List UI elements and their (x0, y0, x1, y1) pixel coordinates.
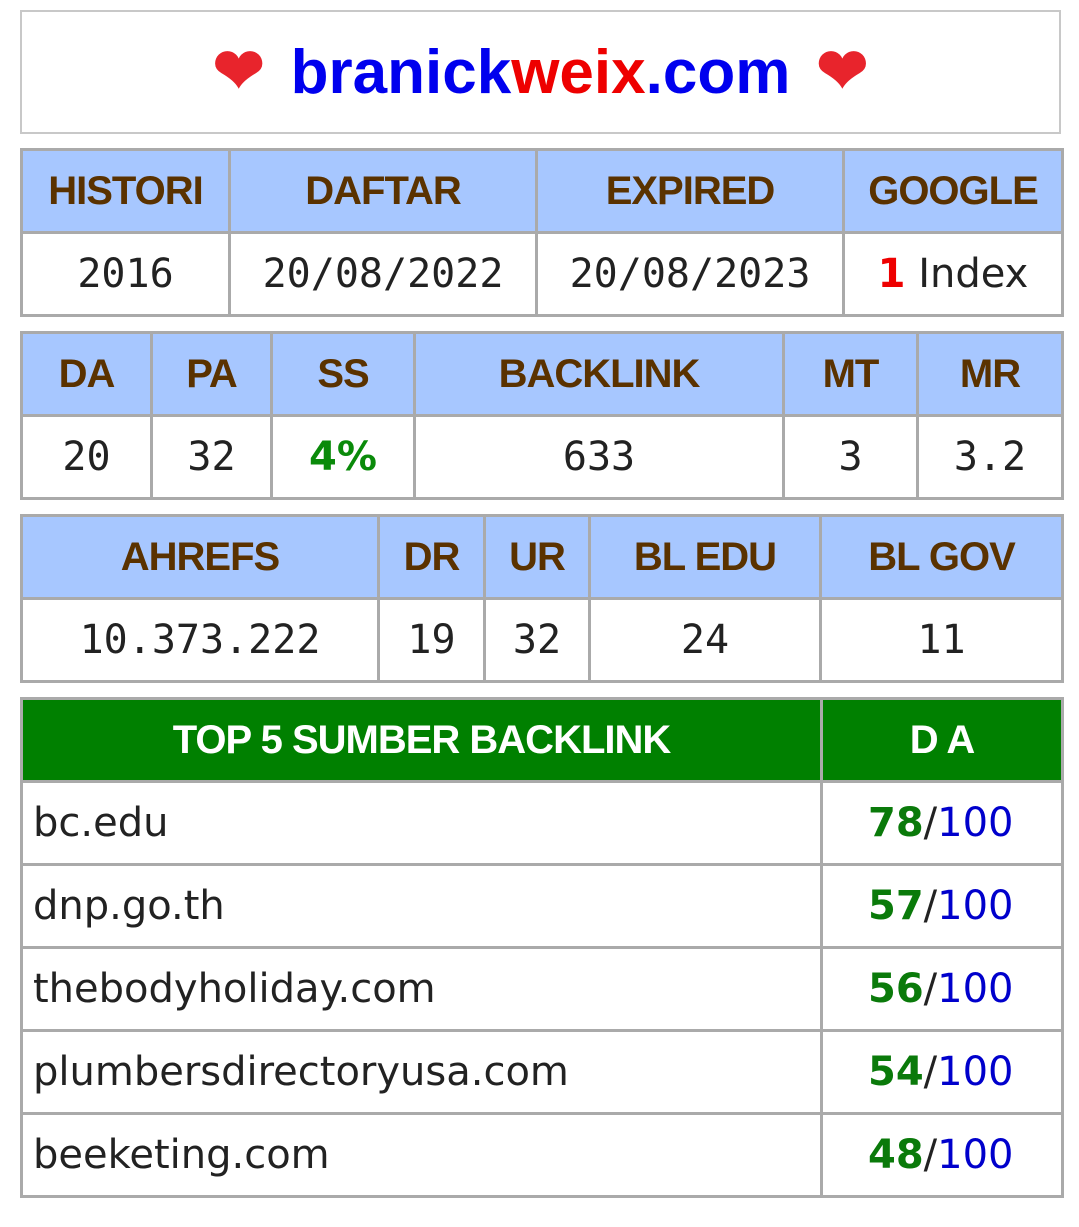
bl-edu-value: 24 (588, 597, 822, 683)
dr-value: 19 (377, 597, 486, 683)
table-header-row: HISTORI DAFTAR EXPIRED GOOGLE (20, 148, 1064, 234)
da-score: 54/100 (820, 1029, 1064, 1115)
table-row: bc.edu 78/100 (20, 780, 1064, 866)
table-row: thebodyholiday.com 56/100 (20, 946, 1064, 1032)
ahrefs-metrics-table: AHREFS DR UR BL EDU BL GOV 10.373.222 19… (20, 514, 1064, 683)
index-count: 1 (877, 251, 906, 297)
table-row: 2016 20/08/2022 20/08/2023 1 Index (20, 231, 1064, 317)
header-google: GOOGLE (842, 148, 1064, 234)
backlink-source-link[interactable]: thebodyholiday.com (20, 946, 823, 1032)
backlink-source-link[interactable]: dnp.go.th (20, 863, 823, 949)
header-expired: EXPIRED (535, 148, 845, 234)
header-mt: MT (782, 331, 919, 417)
backlink-source-link[interactable]: plumbersdirectoryusa.com (20, 1029, 823, 1115)
header-backlink: BACKLINK (413, 331, 785, 417)
backlink-value: 633 (413, 414, 785, 500)
header-mr: MR (916, 331, 1064, 417)
heart-icon: ❤ (212, 37, 265, 106)
backlink-source-link[interactable]: bc.edu (20, 780, 823, 866)
ss-value: 4% (270, 414, 416, 500)
header-histori: HISTORI (20, 148, 231, 234)
histori-value: 2016 (20, 231, 231, 317)
header-dr: DR (377, 514, 486, 600)
table-row: beeketing.com 48/100 (20, 1112, 1064, 1198)
mt-value: 3 (782, 414, 919, 500)
header-bl-gov: BL GOV (819, 514, 1064, 600)
table-row: 10.373.222 19 32 24 11 (20, 597, 1064, 683)
da-score: 48/100 (820, 1112, 1064, 1198)
header-da: D A (820, 697, 1064, 783)
google-index-value: 1 Index (842, 231, 1064, 317)
pa-value: 32 (150, 414, 273, 500)
da-score: 56/100 (820, 946, 1064, 1032)
header-da: DA (20, 331, 153, 417)
header-daftar: DAFTAR (228, 148, 538, 234)
table-header-row: DA PA SS BACKLINK MT MR (20, 331, 1064, 417)
header-pa: PA (150, 331, 273, 417)
table-row: plumbersdirectoryusa.com 54/100 (20, 1029, 1064, 1115)
domain-title: ❤ branickweix.com ❤ (20, 10, 1061, 134)
da-score: 78/100 (820, 780, 1064, 866)
table-header-row: TOP 5 SUMBER BACKLINK D A (20, 697, 1064, 783)
index-label: Index (905, 251, 1029, 297)
expired-value: 20/08/2023 (535, 231, 845, 317)
da-value: 20 (20, 414, 153, 500)
bl-gov-value: 11 (819, 597, 1064, 683)
ahrefs-rank-value: 10.373.222 (20, 597, 380, 683)
table-header-row: AHREFS DR UR BL EDU BL GOV (20, 514, 1064, 600)
table-row: dnp.go.th 57/100 (20, 863, 1064, 949)
heart-icon: ❤ (816, 37, 869, 106)
header-ur: UR (483, 514, 591, 600)
header-top-sources: TOP 5 SUMBER BACKLINK (20, 697, 823, 783)
moz-metrics-table: DA PA SS BACKLINK MT MR 20 32 4% 633 3 3… (20, 331, 1064, 500)
header-ahrefs: AHREFS (20, 514, 380, 600)
mr-value: 3.2 (916, 414, 1064, 500)
domain-name[interactable]: branickweix.com (291, 37, 791, 108)
table-row: 20 32 4% 633 3 3.2 (20, 414, 1064, 500)
ur-value: 32 (483, 597, 591, 683)
backlink-source-link[interactable]: beeketing.com (20, 1112, 823, 1198)
top-backlinks-table: TOP 5 SUMBER BACKLINK D A bc.edu 78/100 … (20, 697, 1064, 1198)
da-score: 57/100 (820, 863, 1064, 949)
header-ss: SS (270, 331, 416, 417)
domain-report: ❤ branickweix.com ❤ HISTORI DAFTAR EXPIR… (20, 10, 1064, 1198)
daftar-value: 20/08/2022 (228, 231, 538, 317)
registration-table: HISTORI DAFTAR EXPIRED GOOGLE 2016 20/08… (20, 148, 1064, 317)
header-bl-edu: BL EDU (588, 514, 822, 600)
